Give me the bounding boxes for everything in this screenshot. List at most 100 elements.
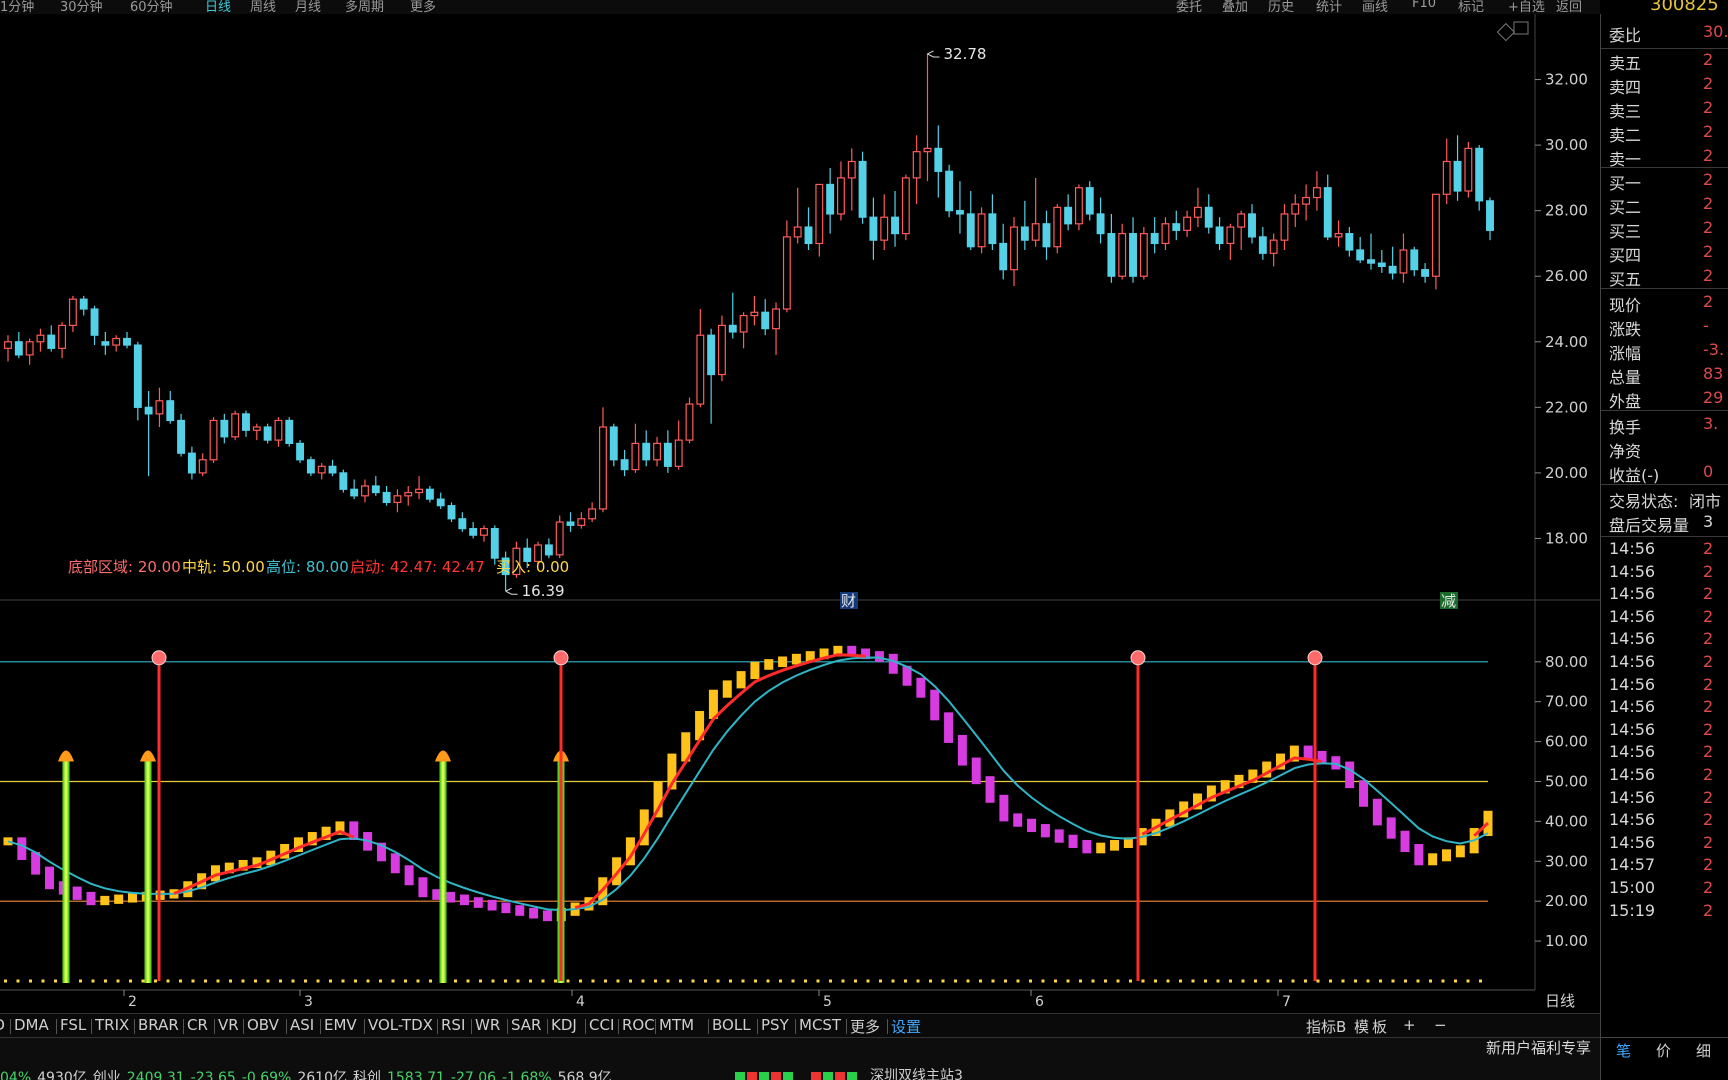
candle-up [923, 147, 932, 153]
zero-dot [854, 979, 857, 983]
candle-down [1172, 223, 1181, 231]
candle-down [642, 442, 651, 461]
candle-down [945, 170, 954, 212]
chart-area[interactable]: 32.00 30.00 28.00 26.00 24.00 22.00 20.00 18.00… [0, 14, 1600, 1034]
indicator-tab[interactable]: ROC [622, 1016, 655, 1034]
toolbar-button[interactable]: 委托 [1176, 0, 1202, 14]
tick-time: 14:56 [1609, 742, 1656, 762]
tick-time: 14:57 [1609, 855, 1656, 875]
server-status[interactable]: 深圳双线主站3 [870, 1068, 963, 1080]
period-tab[interactable]: 周线 [250, 0, 276, 14]
zero-dot [304, 979, 307, 983]
toolbar-button[interactable]: F10 [1412, 0, 1436, 11]
indicator-tab[interactable]: MCST [799, 1016, 841, 1034]
period-tab[interactable]: 30分钟 [60, 0, 103, 14]
period-tab[interactable]: 月线 [295, 0, 321, 14]
indicator-tab[interactable]: FSL [60, 1016, 86, 1034]
period-tab[interactable]: 多周期 [345, 0, 384, 14]
candle-down [339, 472, 348, 490]
indicator-tab[interactable]: VR [218, 1016, 239, 1034]
status-bar: 04% 4930亿 创业 2409.31 -23.65 -0.69% 2610亿 科创 1583… [0, 1037, 1600, 1080]
toolbar-button[interactable]: 叠加 [1222, 0, 1248, 14]
indicator-tick-label: 30.00 [1545, 852, 1588, 870]
period-tab[interactable]: 1分钟 [0, 0, 34, 14]
detail-tab[interactable]: 价 [1656, 1040, 1671, 1061]
tick-time: 14:56 [1609, 787, 1656, 807]
panel-divider [1601, 410, 1728, 411]
period-tab[interactable]: 更多 [410, 0, 436, 14]
toolbar-button[interactable]: 返回 [1556, 0, 1582, 14]
zero-dot [491, 979, 495, 983]
indicator-tab-bar: MACD DMA FSL TRIX BRAR CR VR OBV ASI EMV VOL-TDX RS… [0, 1013, 1600, 1037]
candle-down [1388, 265, 1397, 274]
candle-down [966, 213, 975, 248]
indicator-tab[interactable]: CCI [589, 1016, 614, 1034]
sell-level-value: 2 [1703, 74, 1714, 93]
buy-level-value: 2 [1703, 266, 1714, 285]
indicator-tab[interactable]: 设置 [891, 1016, 921, 1037]
zero-dot [316, 979, 320, 983]
indicator-tab[interactable]: EMV [324, 1016, 357, 1034]
tick-row: 14:56 2 [1609, 675, 1713, 694]
k-bar-down [86, 891, 96, 906]
tab-bar-button[interactable]: + [1403, 1016, 1416, 1034]
candle-down [1410, 249, 1419, 271]
zero-dot [54, 979, 57, 983]
indicator-tab[interactable]: VOL-TDX [368, 1016, 433, 1034]
candlestick-series [4, 53, 1494, 591]
promo-notice[interactable]: 新用户福利专享 [1486, 1037, 1591, 1058]
indicator-tab[interactable]: 更多 [850, 1016, 880, 1037]
indicator-tab[interactable]: TRIX [95, 1016, 129, 1034]
candle-down [1377, 262, 1386, 267]
period-tab[interactable]: 60分钟 [130, 0, 173, 14]
zero-dot [366, 979, 370, 983]
indicator-tab[interactable]: BRAR [138, 1016, 179, 1034]
indicator-tab[interactable]: BOLL [712, 1016, 751, 1034]
toolbar-button[interactable]: +自选 [1508, 0, 1545, 14]
indicator-tab[interactable]: ASI [290, 1016, 314, 1034]
indicator-tab[interactable]: MACD [0, 1016, 5, 1034]
indicator-tab[interactable]: SAR [511, 1016, 541, 1034]
tab-bar-button[interactable]: − [1434, 1016, 1447, 1034]
indicator-tab[interactable]: MTM [659, 1016, 694, 1034]
tick-row: 14:57 2 [1609, 855, 1713, 875]
tab-bar-button[interactable]: 指标B [1306, 1016, 1346, 1037]
toolbar-button[interactable]: 历史 [1268, 0, 1294, 14]
indicator-tab[interactable]: WR [475, 1016, 500, 1034]
indicator-tab[interactable]: RSI [441, 1016, 465, 1034]
period-tab[interactable]: 日线 [205, 0, 231, 14]
candle-down [858, 160, 867, 218]
indicator-tab[interactable]: CR [187, 1016, 208, 1034]
indicator-tab[interactable]: KDJ [551, 1016, 577, 1034]
tab-bar-button[interactable]: 板 [1372, 1016, 1387, 1037]
candle-up [231, 413, 240, 438]
zero-dot [1054, 979, 1057, 983]
toolbar-button[interactable]: 统计 [1316, 0, 1342, 14]
detail-tab[interactable]: 笔 [1616, 1040, 1631, 1061]
indicator-tick-label: 10.00 [1545, 932, 1588, 950]
quote-field-label: 涨幅 [1609, 344, 1642, 363]
indicator-tab[interactable]: OBV [247, 1016, 279, 1034]
detail-tab[interactable]: 细 [1696, 1040, 1711, 1061]
indicator-tick-label: 50.00 [1545, 773, 1588, 791]
tick-time: 15:00 [1609, 878, 1656, 897]
k-bar-down [473, 897, 483, 908]
candle-down [1042, 223, 1051, 248]
toolbar-button[interactable]: 画线 [1362, 0, 1388, 14]
k-bar-down [916, 677, 926, 698]
candle-up [577, 518, 586, 526]
candle-up [1074, 187, 1083, 225]
indicator-tab[interactable]: PSY [761, 1016, 789, 1034]
x-tick-label: 7 [1282, 994, 1291, 1010]
tab-separator [708, 1019, 709, 1034]
zero-dot [329, 979, 332, 983]
toolbar-button[interactable]: 标记 [1458, 0, 1484, 14]
indicator-tab[interactable]: DMA [14, 1016, 49, 1034]
k-bar-up [750, 661, 760, 680]
candle-down [1453, 160, 1462, 192]
k-bar-down [1013, 813, 1023, 827]
market-index-value: -1.68% [502, 1070, 552, 1080]
event-marker-cai: 财 [841, 592, 856, 610]
tab-bar-button[interactable]: 模 [1354, 1016, 1369, 1037]
k-bar-up [1455, 845, 1465, 858]
